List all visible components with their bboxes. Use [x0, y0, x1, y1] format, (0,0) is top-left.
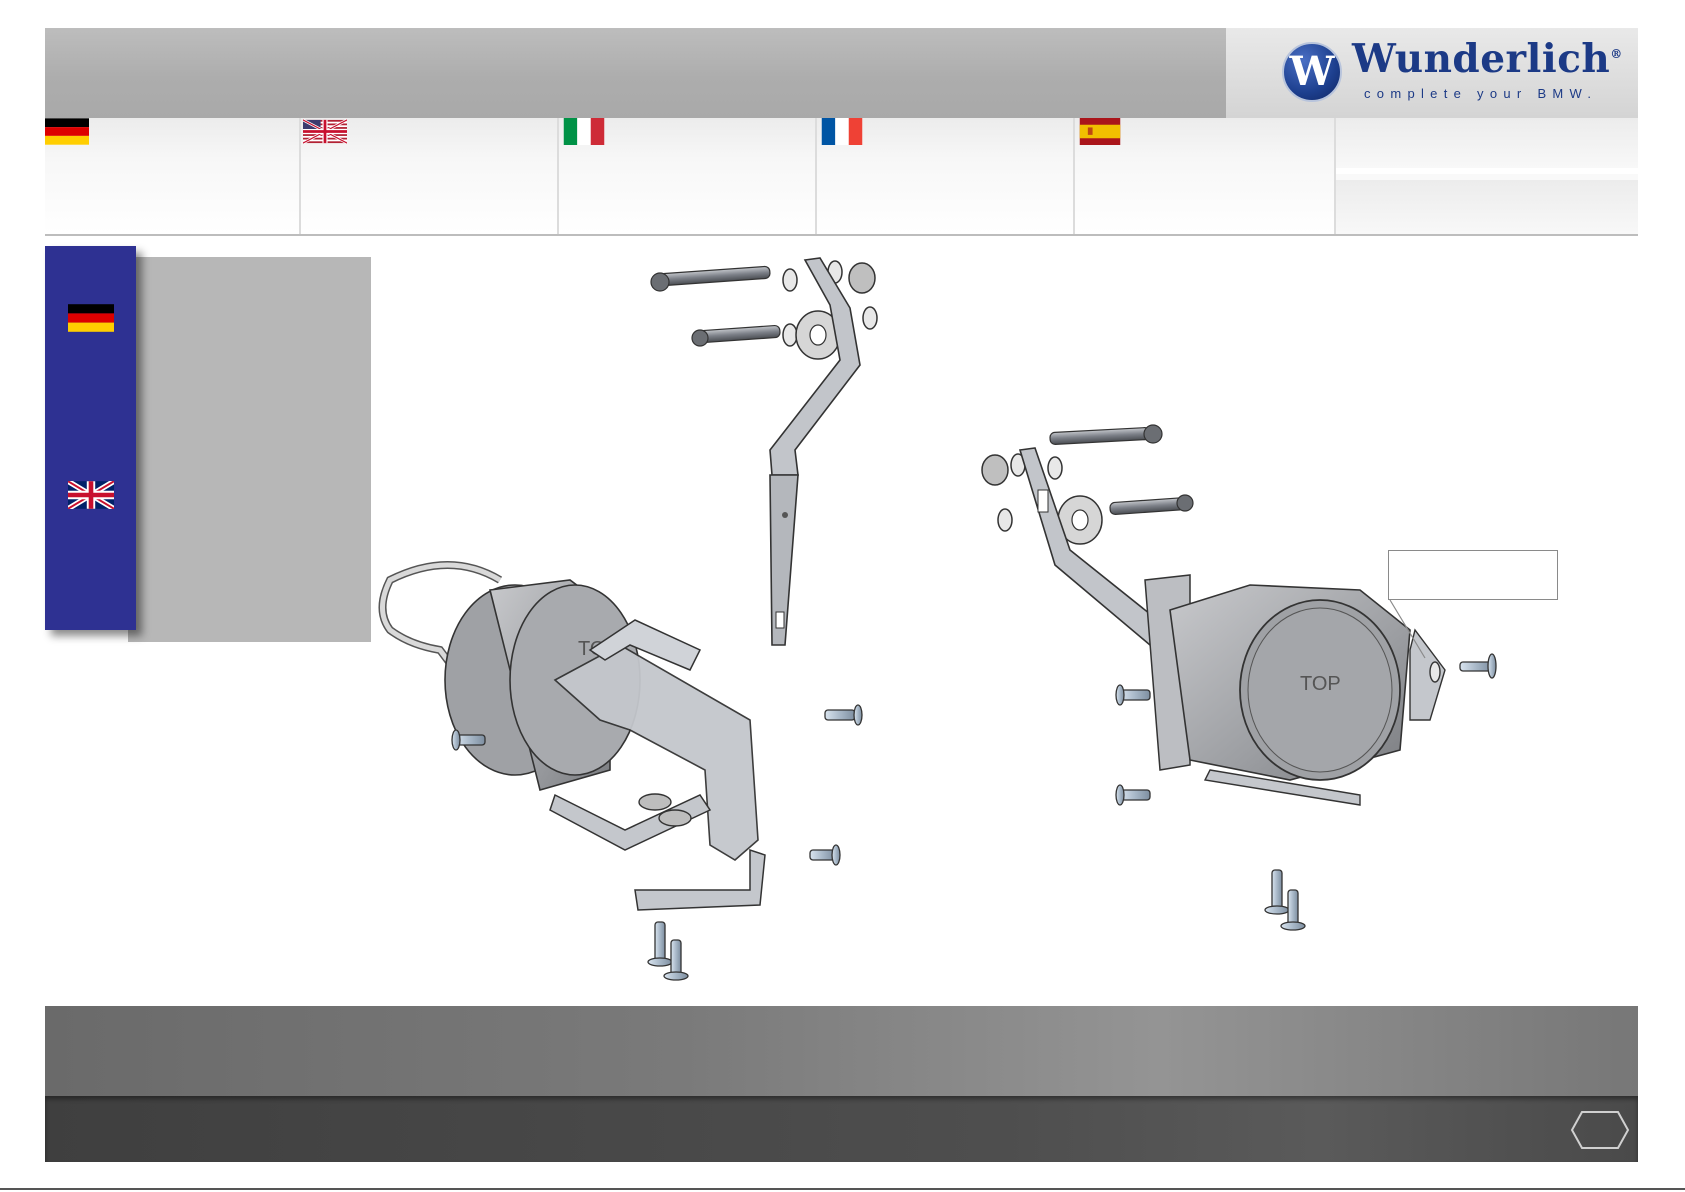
header-info-cell-top	[1336, 118, 1638, 174]
flag-italy-icon[interactable]	[562, 118, 606, 145]
flag-uk-icon[interactable]	[68, 481, 114, 509]
left-lamp-assembly: TOP	[378, 257, 878, 981]
page-bottom-rule	[0, 1188, 1685, 1190]
footer-band-bottom	[45, 1096, 1638, 1162]
hexagon-next-icon[interactable]	[1570, 1110, 1630, 1150]
footer-band-top	[45, 1006, 1638, 1096]
flag-germany-icon[interactable]	[45, 118, 89, 145]
header-info-cell-bottom	[1336, 180, 1638, 236]
exploded-assembly-diagram: TOP	[378, 257, 1497, 981]
brand-name: Wunderlich®	[1352, 36, 1623, 82]
logo-letter: W	[1289, 48, 1335, 95]
brand-tagline: complete your BMW.	[1364, 86, 1598, 101]
right-top-label: TOP	[1300, 673, 1341, 695]
callout-box	[1388, 550, 1558, 600]
brand-name-text: Wunderlich	[1352, 36, 1611, 82]
registered-mark: ®	[1610, 47, 1623, 61]
right-lamp-assembly: TOP	[981, 424, 1497, 931]
flag-usa-icon[interactable]	[303, 118, 347, 145]
flag-spain-icon[interactable]	[1078, 118, 1122, 145]
side-panel-background	[128, 257, 371, 642]
flag-germany-icon[interactable]	[68, 304, 114, 332]
flag-france-icon[interactable]	[820, 118, 864, 145]
